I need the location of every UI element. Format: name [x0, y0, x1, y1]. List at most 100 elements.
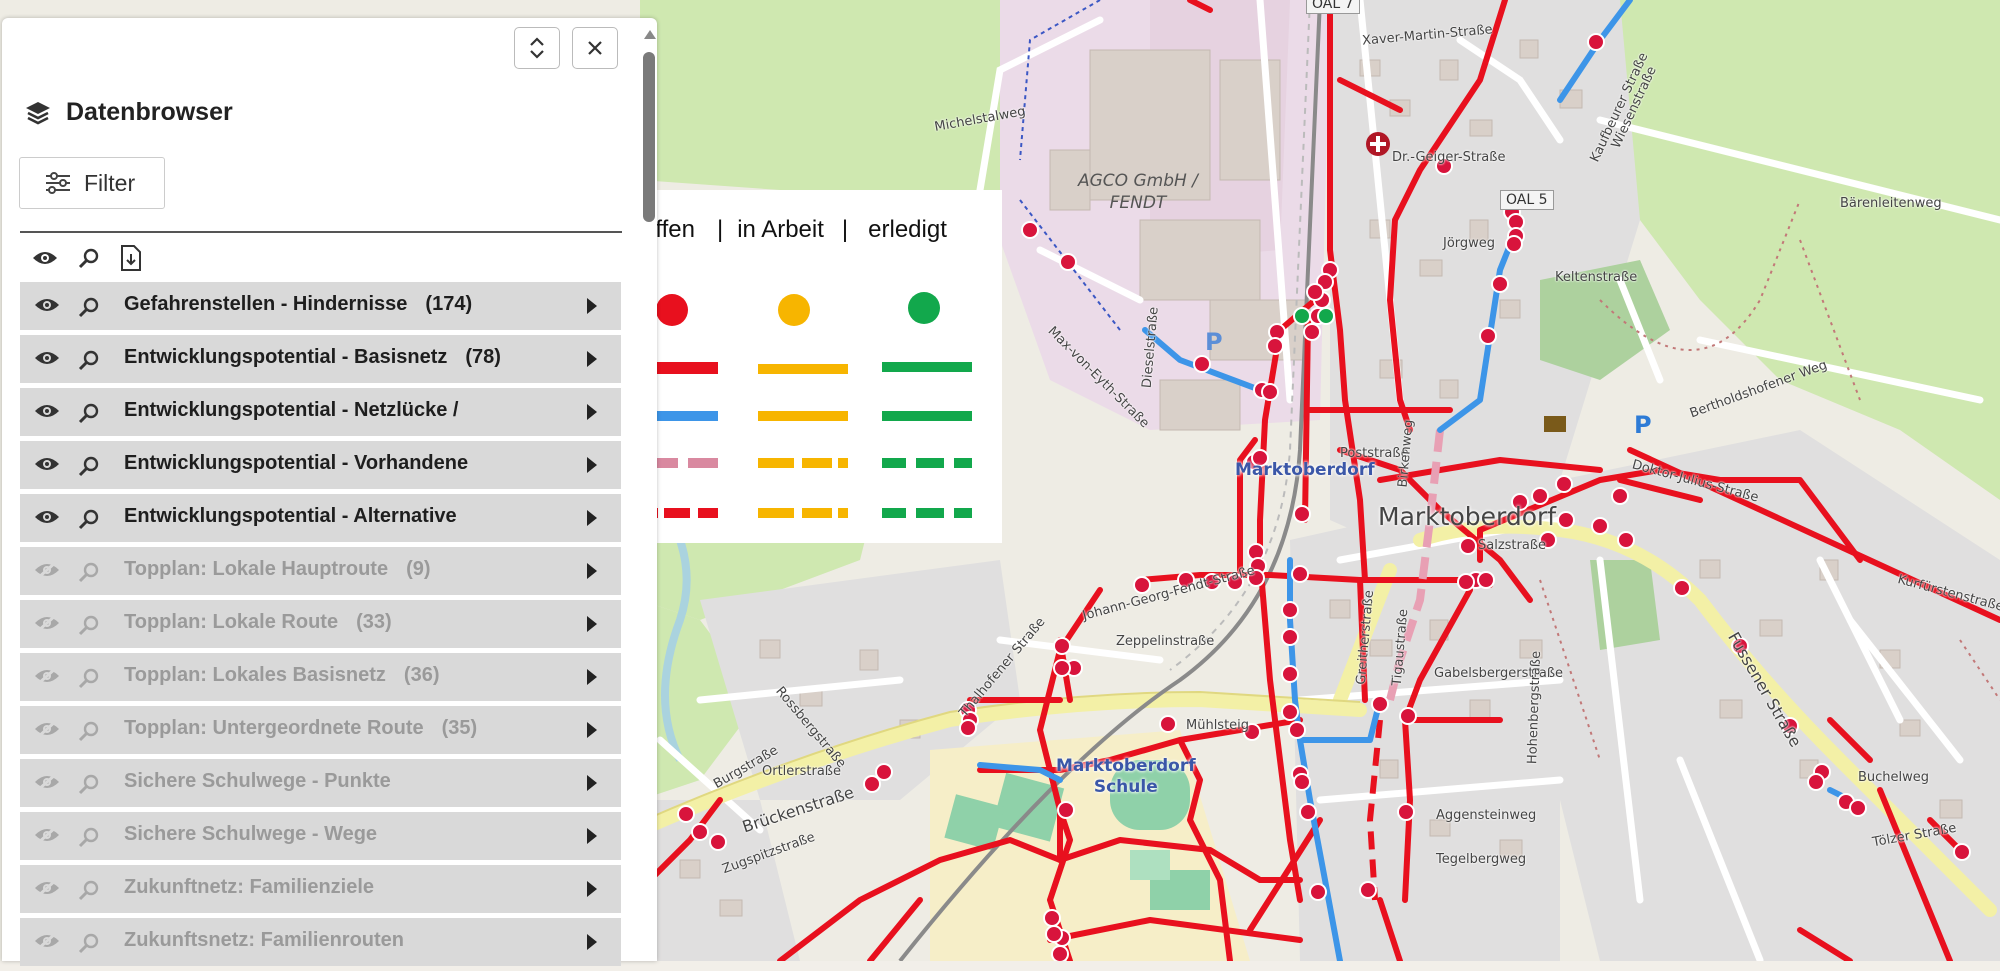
- eye-icon[interactable]: [34, 349, 60, 372]
- scrollbar-thumb[interactable]: [643, 52, 655, 222]
- data-browser-panel: Datenbrowser Filter Gefahrenstellen - Hi…: [2, 18, 657, 966]
- layer-name: Sichere Schulwege - Wege: [124, 823, 395, 846]
- layer-name: Topplan: Lokale Route (33): [124, 611, 392, 634]
- layer-count: (174): [425, 293, 473, 315]
- layer-count: (9): [406, 558, 431, 580]
- eye-icon[interactable]: [34, 508, 60, 531]
- layer-count: (36): [403, 664, 440, 686]
- layer-name: Zukunftsnetz: Familienrouten: [124, 929, 422, 952]
- layer-row[interactable]: Gefahrenstellen - Hindernisse (174): [20, 282, 621, 330]
- expand-arrow-icon[interactable]: [587, 616, 597, 632]
- legend-line-done-dashed: [882, 458, 972, 468]
- zoom-to-icon[interactable]: [78, 296, 100, 323]
- expand-arrow-icon[interactable]: [587, 298, 597, 314]
- zoom-to-icon[interactable]: [78, 349, 100, 376]
- expand-arrow-icon[interactable]: [587, 934, 597, 950]
- legend-line-progress-yellow: [758, 364, 848, 374]
- eye-off-icon[interactable]: [34, 772, 60, 796]
- layer-row[interactable]: Topplan: Lokale Route (33): [20, 600, 621, 648]
- filter-button-label: Filter: [84, 169, 136, 196]
- expand-arrow-icon[interactable]: [587, 510, 597, 526]
- expand-arrow-icon[interactable]: [587, 722, 597, 738]
- zoom-to-icon[interactable]: [78, 773, 100, 800]
- expand-arrow-icon[interactable]: [587, 351, 597, 367]
- panel-divider: [20, 231, 622, 233]
- layer-name: Gefahrenstellen - Hindernisse (174): [124, 293, 472, 316]
- eye-icon[interactable]: [34, 296, 60, 319]
- eye-off-icon[interactable]: [34, 825, 60, 849]
- layer-name-text: Zukunftsnetz: Familienrouten: [124, 929, 404, 951]
- layer-name-text: Zukunftnetz: Familienziele: [124, 876, 375, 898]
- panel-title-row: Datenbrowser: [24, 98, 233, 127]
- legend-dot-done: [908, 292, 940, 324]
- layer-header-actions: [32, 244, 142, 272]
- zoom-to-icon[interactable]: [78, 455, 100, 482]
- legend-line-done-dashdot: [882, 508, 972, 518]
- zoom-to-icon[interactable]: [78, 561, 100, 588]
- layer-name-text: Topplan: Lokale Hauptroute: [124, 558, 389, 580]
- zoom-to-icon[interactable]: [78, 247, 100, 269]
- filter-button[interactable]: Filter: [19, 157, 165, 209]
- expand-arrow-icon[interactable]: [587, 669, 597, 685]
- eye-off-icon[interactable]: [34, 719, 60, 743]
- legend-separator: |: [841, 216, 849, 243]
- layer-name: Entwicklungspotential - Netzlücke /: [124, 399, 477, 422]
- legend-status-done: erledigt: [868, 216, 947, 243]
- legend-status-in-progress: in Arbeit: [737, 216, 824, 243]
- layer-row[interactable]: Topplan: Lokales Basisnetz (36): [20, 653, 621, 701]
- layer-name: Topplan: Untergeordnete Route (35): [124, 717, 477, 740]
- eye-off-icon[interactable]: [34, 878, 60, 902]
- layer-name-text: Topplan: Untergeordnete Route: [124, 717, 424, 739]
- layer-row[interactable]: Sichere Schulwege - Wege: [20, 812, 621, 860]
- layer-count: (33): [356, 611, 392, 633]
- legend-dot-open: [656, 294, 688, 326]
- map-road-badge-oal5b: OAL 5: [1500, 190, 1554, 210]
- expand-arrow-icon[interactable]: [587, 828, 597, 844]
- eye-icon[interactable]: [34, 402, 60, 425]
- layer-list: Gefahrenstellen - Hindernisse (174) Entwi…: [20, 282, 621, 971]
- download-file-icon[interactable]: [120, 244, 142, 272]
- close-button[interactable]: [572, 27, 618, 69]
- zoom-to-icon[interactable]: [78, 932, 100, 959]
- scroll-up-arrow-icon[interactable]: [644, 30, 656, 39]
- layer-row[interactable]: Zukunftnetz: Familienziele: [20, 865, 621, 913]
- layer-name-text: Gefahrenstellen - Hindernisse: [124, 293, 408, 315]
- zoom-to-icon[interactable]: [78, 402, 100, 429]
- expand-arrow-icon[interactable]: [587, 563, 597, 579]
- layer-row[interactable]: Entwicklungspotential - Netzlücke /: [20, 388, 621, 436]
- zoom-to-icon[interactable]: [78, 614, 100, 641]
- expand-arrow-icon[interactable]: [587, 881, 597, 897]
- layer-row[interactable]: Zukunftsnetz: Familienrouten: [20, 918, 621, 966]
- zoom-to-icon[interactable]: [78, 667, 100, 694]
- legend-line-progress-yellow-2: [758, 411, 848, 421]
- expand-arrow-icon[interactable]: [587, 457, 597, 473]
- layer-count: (78): [465, 346, 501, 368]
- layer-name: Entwicklungspotential - Alternative: [124, 505, 475, 528]
- zoom-to-icon[interactable]: [78, 508, 100, 535]
- eye-off-icon[interactable]: [34, 666, 60, 690]
- eye-off-icon[interactable]: [34, 560, 60, 584]
- svg-text:P: P: [1205, 328, 1223, 356]
- layer-row[interactable]: Sichere Schulwege - Punkte: [20, 759, 621, 807]
- zoom-to-icon[interactable]: [78, 826, 100, 853]
- eye-icon[interactable]: [32, 249, 58, 267]
- eye-icon[interactable]: [34, 455, 60, 478]
- legend-line-done-green: [882, 362, 972, 372]
- layer-row[interactable]: Topplan: Lokale Hauptroute (9): [20, 547, 621, 595]
- eye-off-icon[interactable]: [34, 931, 60, 955]
- layer-row[interactable]: Entwicklungspotential - Alternative: [20, 494, 621, 542]
- zoom-to-icon[interactable]: [78, 720, 100, 747]
- panel-title: Datenbrowser: [66, 98, 233, 126]
- layer-name: Sichere Schulwege - Punkte: [124, 770, 409, 793]
- map-road-badge-oal5: OAL 7: [1306, 0, 1360, 14]
- expand-arrow-icon[interactable]: [587, 775, 597, 791]
- zoom-to-icon[interactable]: [78, 879, 100, 906]
- svg-text:P: P: [1634, 411, 1652, 439]
- panel-scrollbar[interactable]: [642, 24, 656, 961]
- layer-row[interactable]: Entwicklungspotential - Vorhandene: [20, 441, 621, 489]
- collapse-toggle-button[interactable]: [514, 27, 560, 69]
- layer-row[interactable]: Topplan: Untergeordnete Route (35): [20, 706, 621, 754]
- layer-row[interactable]: Entwicklungspotential - Basisnetz (78): [20, 335, 621, 383]
- eye-off-icon[interactable]: [34, 613, 60, 637]
- expand-arrow-icon[interactable]: [587, 404, 597, 420]
